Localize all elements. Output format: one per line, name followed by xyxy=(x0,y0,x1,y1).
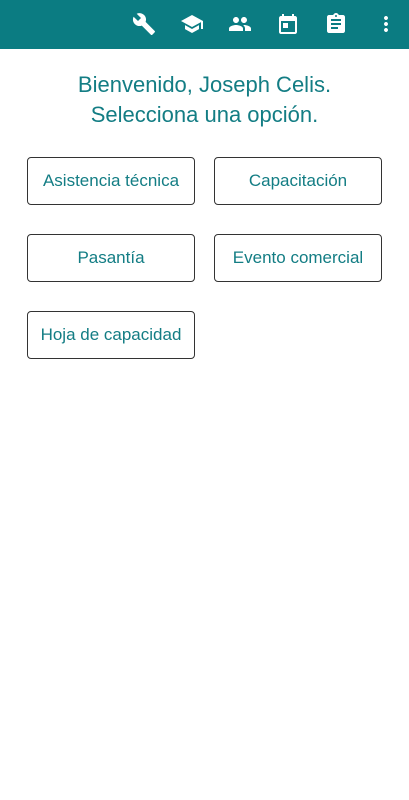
asistencia-tecnica-button[interactable]: Asistencia técnica xyxy=(27,157,195,205)
welcome-message: Bienvenido, Joseph Celis. Selecciona una… xyxy=(0,70,409,130)
app-toolbar xyxy=(0,0,409,49)
welcome-instruction: Selecciona una opción. xyxy=(90,102,319,127)
calendar-icon[interactable] xyxy=(274,10,302,38)
evento-comercial-button[interactable]: Evento comercial xyxy=(214,234,382,282)
capacitacion-button[interactable]: Capacitación xyxy=(214,157,382,205)
people-icon[interactable] xyxy=(226,10,254,38)
clipboard-icon[interactable] xyxy=(322,10,350,38)
wrench-icon[interactable] xyxy=(130,10,158,38)
hoja-de-capacidad-button[interactable]: Hoja de capacidad xyxy=(27,311,195,359)
pasantia-button[interactable]: Pasantía xyxy=(27,234,195,282)
welcome-greeting: Bienvenido, Joseph Celis. xyxy=(77,72,332,97)
graduation-cap-icon[interactable] xyxy=(178,10,206,38)
more-vert-icon[interactable] xyxy=(372,10,400,38)
